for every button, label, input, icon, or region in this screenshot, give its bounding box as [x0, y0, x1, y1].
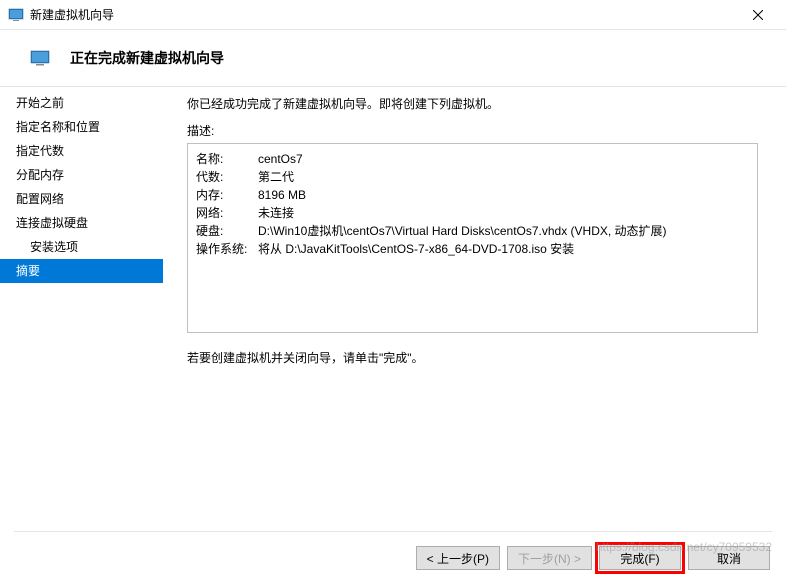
- sidebar: 开始之前 指定名称和位置 指定代数 分配内存 配置网络 连接虚拟硬盘 安装选项 …: [0, 87, 163, 521]
- content-area: 开始之前 指定名称和位置 指定代数 分配内存 配置网络 连接虚拟硬盘 安装选项 …: [0, 87, 786, 521]
- sidebar-item-name-location[interactable]: 指定名称和位置: [0, 115, 163, 139]
- intro-text: 你已经成功完成了新建虚拟机向导。即将创建下列虚拟机。: [187, 95, 758, 112]
- desc-key: 硬盘:: [196, 222, 258, 240]
- window-title: 新建虚拟机向导: [30, 6, 738, 23]
- desc-row-network: 网络: 未连接: [196, 204, 749, 222]
- desc-key: 名称:: [196, 150, 258, 168]
- desc-val: centOs7: [258, 150, 749, 168]
- wizard-header: 正在完成新建虚拟机向导: [0, 30, 786, 86]
- sidebar-item-network[interactable]: 配置网络: [0, 187, 163, 211]
- sidebar-item-memory[interactable]: 分配内存: [0, 163, 163, 187]
- description-label: 描述:: [187, 122, 758, 139]
- desc-val: 将从 D:\JavaKitTools\CentOS-7-x86_64-DVD-1…: [258, 240, 749, 258]
- wizard-icon: [30, 50, 50, 66]
- app-icon: [8, 7, 24, 23]
- button-divider: [14, 531, 772, 532]
- sidebar-item-install-options[interactable]: 安装选项: [0, 235, 163, 259]
- desc-row-os: 操作系统: 将从 D:\JavaKitTools\CentOS-7-x86_64…: [196, 240, 749, 258]
- desc-val: 未连接: [258, 204, 749, 222]
- sidebar-item-vhd[interactable]: 连接虚拟硬盘: [0, 211, 163, 235]
- previous-button[interactable]: < 上一步(P): [416, 546, 500, 570]
- footer-text: 若要创建虚拟机并关闭向导，请单击"完成"。: [187, 349, 758, 366]
- finish-button[interactable]: 完成(F): [599, 546, 681, 570]
- titlebar: 新建虚拟机向导: [0, 0, 786, 30]
- desc-val: 第二代: [258, 168, 749, 186]
- desc-val: 8196 MB: [258, 186, 749, 204]
- button-bar: < 上一步(P) 下一步(N) > 完成(F) 取消: [416, 546, 770, 570]
- desc-row-memory: 内存: 8196 MB: [196, 186, 749, 204]
- desc-row-name: 名称: centOs7: [196, 150, 749, 168]
- sidebar-item-summary[interactable]: 摘要: [0, 259, 163, 283]
- desc-val: D:\Win10虚拟机\centOs7\Virtual Hard Disks\c…: [258, 222, 749, 240]
- sidebar-item-generation[interactable]: 指定代数: [0, 139, 163, 163]
- desc-key: 内存:: [196, 186, 258, 204]
- main-panel: 你已经成功完成了新建虚拟机向导。即将创建下列虚拟机。 描述: 名称: centO…: [163, 87, 786, 521]
- cancel-button[interactable]: 取消: [688, 546, 770, 570]
- next-button: 下一步(N) >: [507, 546, 592, 570]
- sidebar-item-before-begin[interactable]: 开始之前: [0, 91, 163, 115]
- desc-row-disk: 硬盘: D:\Win10虚拟机\centOs7\Virtual Hard Dis…: [196, 222, 749, 240]
- close-button[interactable]: [738, 1, 778, 29]
- wizard-title: 正在完成新建虚拟机向导: [70, 48, 224, 68]
- desc-row-generation: 代数: 第二代: [196, 168, 749, 186]
- desc-key: 网络:: [196, 204, 258, 222]
- description-box: 名称: centOs7 代数: 第二代 内存: 8196 MB 网络: 未连接 …: [187, 143, 758, 333]
- desc-key: 操作系统:: [196, 240, 258, 258]
- desc-key: 代数:: [196, 168, 258, 186]
